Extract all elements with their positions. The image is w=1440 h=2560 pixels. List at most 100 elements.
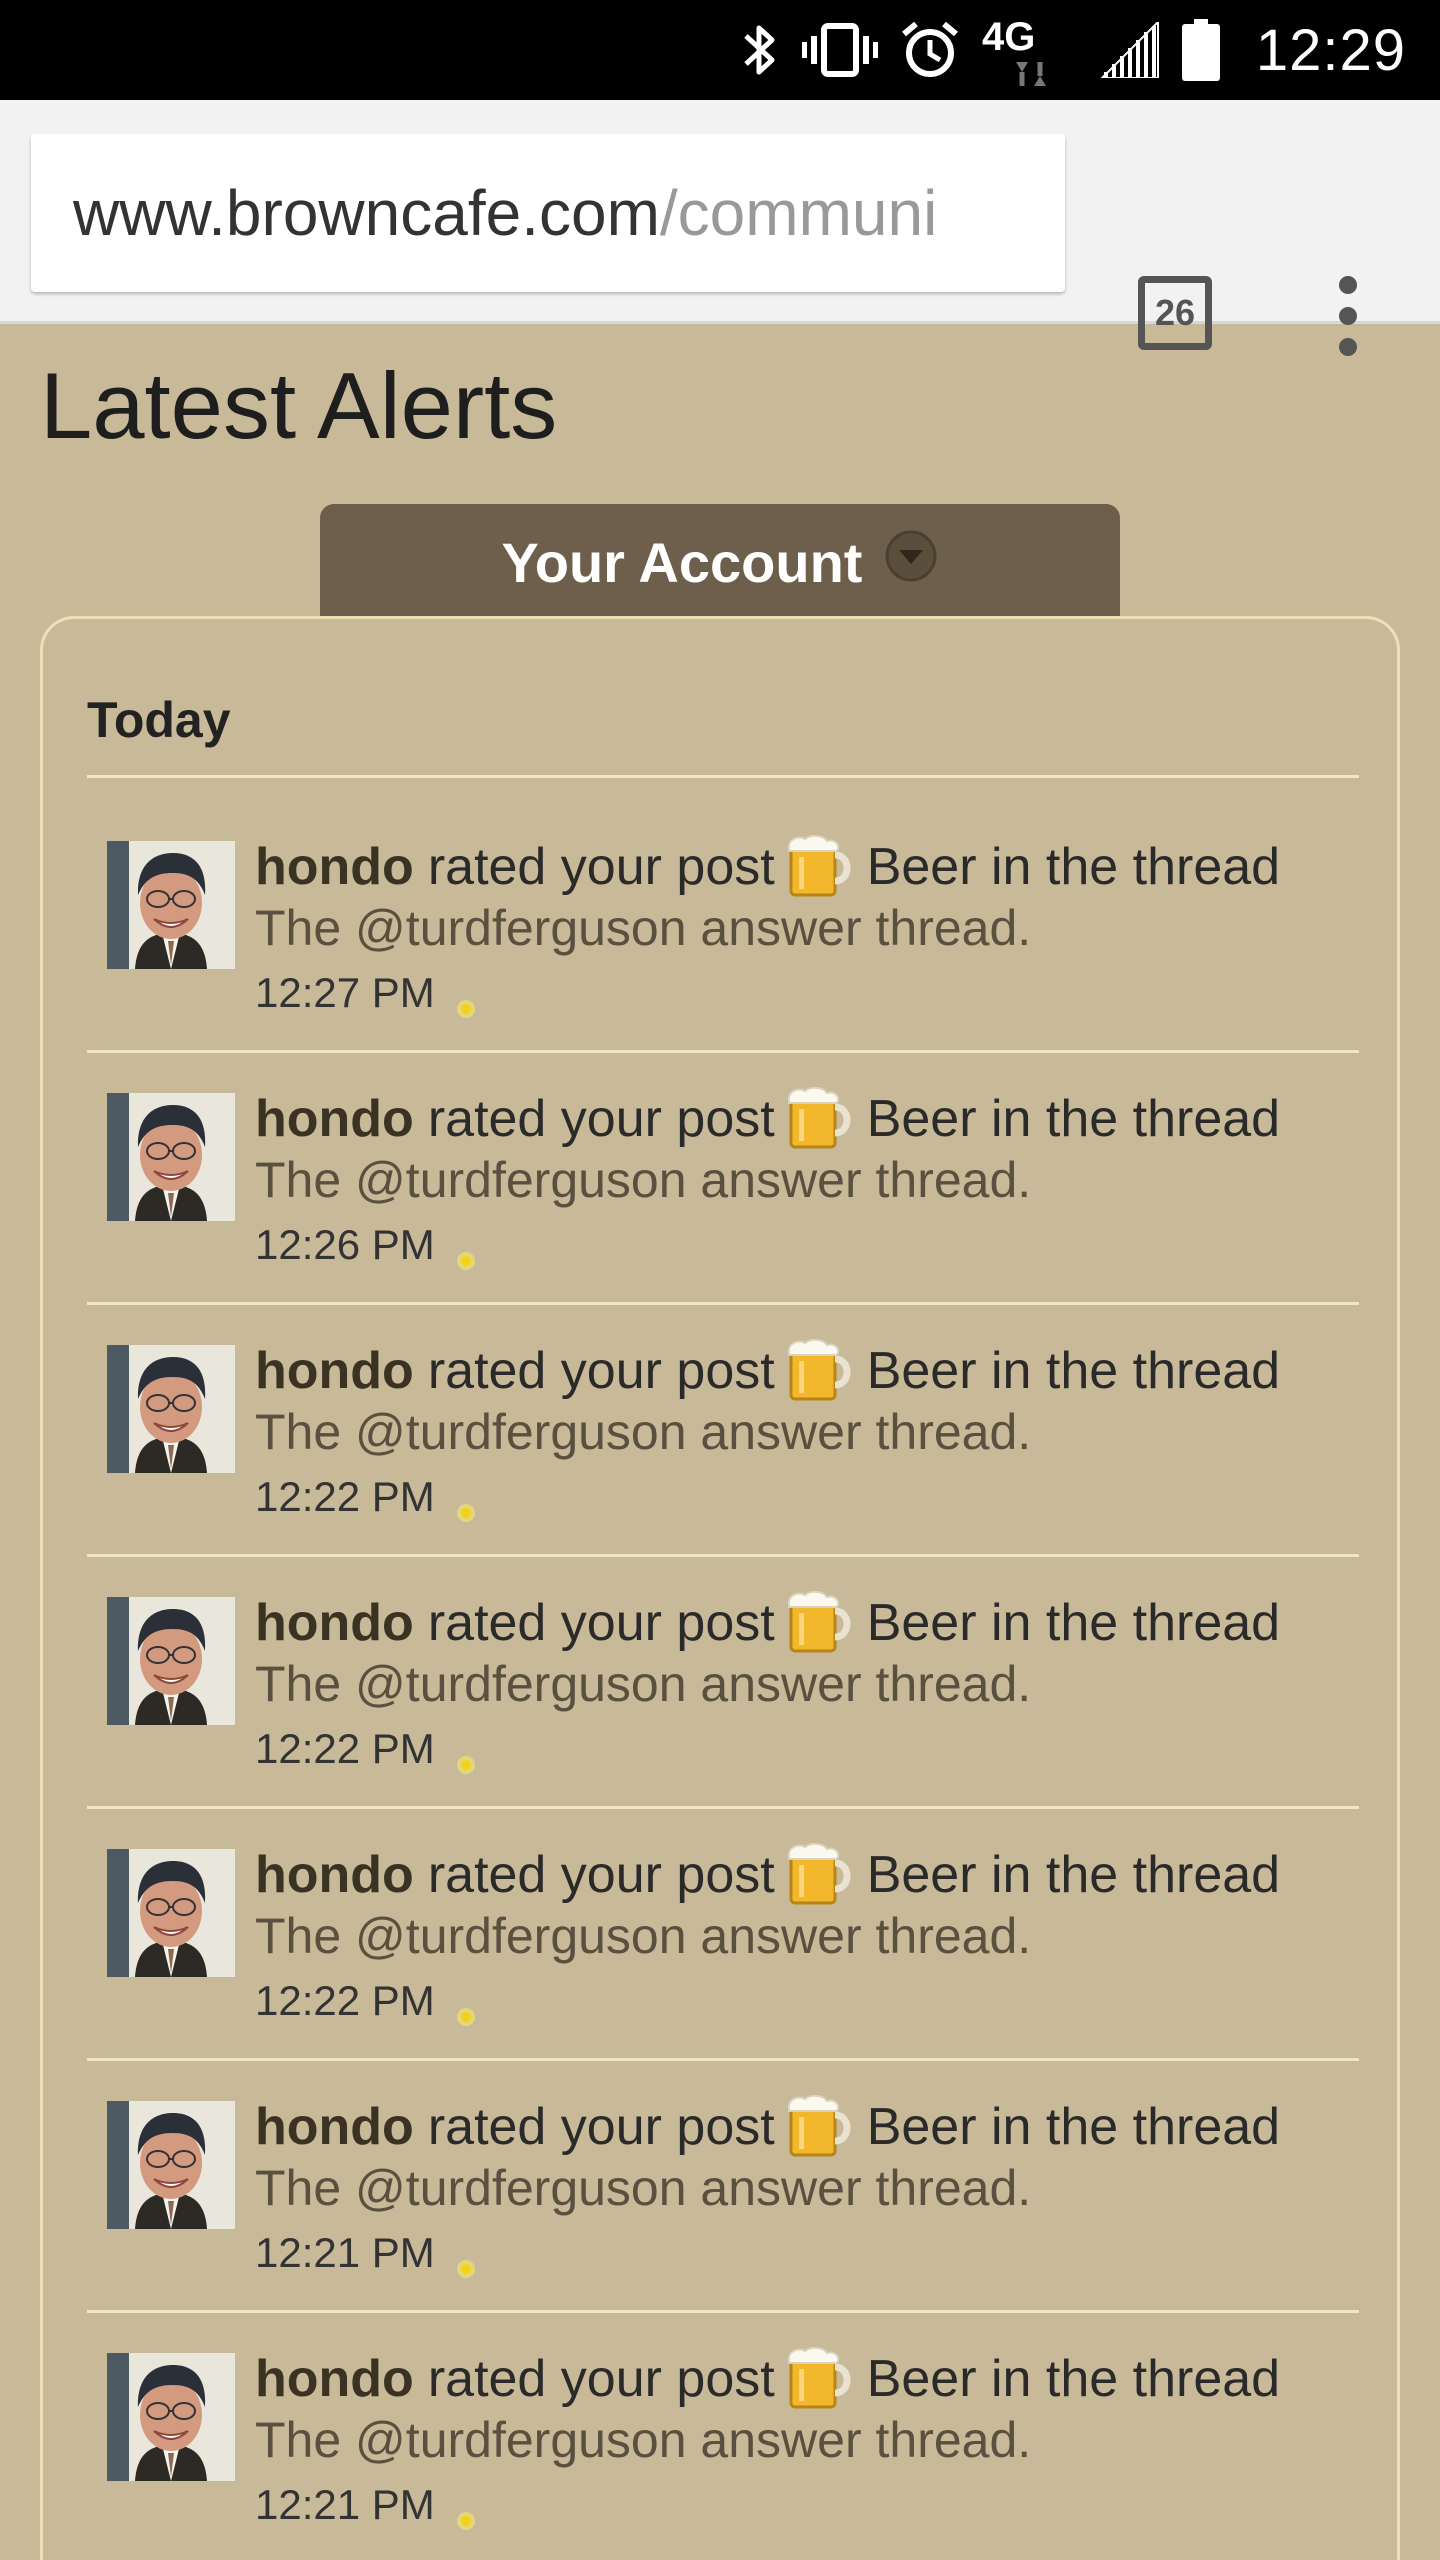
chevron-down-icon	[884, 529, 938, 596]
alert-username[interactable]: hondo	[255, 1593, 414, 1653]
alert-username[interactable]: hondo	[255, 1089, 414, 1149]
beer-mug-icon	[785, 2094, 857, 2159]
new-indicator-icon	[455, 2494, 477, 2530]
your-account-tab[interactable]: Your Account	[320, 504, 1120, 620]
new-indicator-icon	[455, 1234, 477, 1270]
alert-time: 12:22 PM	[255, 1725, 435, 1772]
beer-mug-icon	[785, 1842, 857, 1907]
alert-time-row: 12:22 PM	[255, 1977, 477, 2026]
alert-time: 12:22 PM	[255, 1473, 435, 1520]
alert-username[interactable]: hondo	[255, 2349, 414, 2409]
alert-thread-link[interactable]: The @turdferguson answer thread.	[255, 2159, 1031, 2217]
alert-item[interactable]: hondo rated your post Beer in the thread…	[87, 801, 1359, 1053]
beer-mug-icon	[785, 1086, 857, 1151]
account-tab-label: Your Account	[501, 530, 863, 594]
alert-time: 12:21 PM	[255, 2229, 435, 2276]
alert-rating[interactable]: Beer	[867, 1593, 977, 1653]
alert-action: rated your post	[427, 1846, 775, 1904]
kebab-menu-icon[interactable]	[1320, 276, 1376, 356]
alert-item[interactable]: hondo rated your post Beer in the thread…	[87, 1809, 1359, 2061]
new-indicator-icon	[455, 982, 477, 1018]
page-title: Latest Alerts	[40, 353, 558, 458]
alert-time-row: 12:27 PM	[255, 969, 477, 1018]
alert-action: rated your post	[427, 2098, 775, 2156]
alert-thread-link[interactable]: The @turdferguson answer thread.	[255, 1907, 1031, 1965]
alert-time: 12:22 PM	[255, 1977, 435, 2024]
beer-mug-icon	[785, 834, 857, 899]
tab-switcher-button[interactable]: 26	[1138, 276, 1212, 350]
section-heading: Today	[87, 691, 1359, 778]
alert-item[interactable]: hondo rated your post Beer in the thread…	[87, 2061, 1359, 2313]
alert-rating[interactable]: Beer	[867, 1845, 977, 1905]
avatar[interactable]	[107, 2101, 235, 2229]
alert-item[interactable]: hondo rated your post Beer in the thread…	[87, 1053, 1359, 1305]
alert-time-row: 12:22 PM	[255, 1725, 477, 1774]
alert-thread-link[interactable]: The @turdferguson answer thread.	[255, 1403, 1031, 1461]
alert-time: 12:21 PM	[255, 2481, 435, 2528]
alarm-icon	[900, 20, 960, 80]
alert-rating[interactable]: Beer	[867, 2349, 977, 2409]
alert-time: 12:27 PM	[255, 969, 435, 1016]
alert-action: rated your post	[427, 2350, 775, 2408]
alert-time: 12:26 PM	[255, 1221, 435, 1268]
alert-action: rated your post	[427, 838, 775, 896]
url-bar[interactable]: www.browncafe.com/communi	[31, 134, 1065, 292]
beer-mug-icon	[785, 1338, 857, 1403]
alert-username[interactable]: hondo	[255, 2097, 414, 2157]
alert-thread-link[interactable]: The @turdferguson answer thread.	[255, 899, 1031, 957]
avatar[interactable]	[107, 841, 235, 969]
beer-mug-icon	[785, 2346, 857, 2411]
alert-username[interactable]: hondo	[255, 1341, 414, 1401]
alert-rating[interactable]: Beer	[867, 1089, 977, 1149]
alerts-panel: Today hondo rated your post Beer in the …	[40, 616, 1400, 2560]
alert-summary: hondo rated your post Beer in the thread	[255, 1590, 1280, 1655]
alert-item[interactable]: hondo rated your post Beer in the thread…	[87, 1557, 1359, 1809]
alert-username[interactable]: hondo	[255, 1845, 414, 1905]
avatar[interactable]	[107, 1849, 235, 1977]
avatar[interactable]	[107, 1597, 235, 1725]
alert-summary: hondo rated your post Beer in the thread	[255, 1338, 1281, 1403]
lte-icon: 4G	[982, 12, 1078, 88]
signal-icon	[1100, 22, 1160, 78]
alert-rating[interactable]: Beer	[867, 1341, 977, 1401]
svg-text:4G: 4G	[982, 15, 1035, 59]
alert-thread-link[interactable]: The @turdferguson answer thread.	[255, 1655, 1031, 1713]
alert-context: in the thread	[991, 2350, 1281, 2408]
beer-mug-icon	[785, 1590, 857, 1655]
alert-context: in the thread	[991, 838, 1281, 896]
avatar[interactable]	[107, 1093, 235, 1221]
alert-rating[interactable]: Beer	[867, 2097, 977, 2157]
alert-time-row: 12:21 PM	[255, 2229, 477, 2278]
bluetooth-icon	[740, 22, 780, 78]
status-bar: 4G 12:29	[0, 0, 1440, 100]
new-indicator-icon	[455, 1738, 477, 1774]
new-indicator-icon	[455, 1486, 477, 1522]
alert-item[interactable]: hondo rated your post Beer in the thread…	[87, 1305, 1359, 1557]
alert-time-row: 12:21 PM	[255, 2481, 477, 2530]
alert-action: rated your post	[427, 1090, 775, 1148]
vibrate-icon	[801, 22, 878, 78]
alert-summary: hondo rated your post Beer in the thread	[255, 2346, 1281, 2411]
alert-context: in the thread	[991, 2098, 1281, 2156]
new-indicator-icon	[455, 2242, 477, 2278]
alert-thread-link[interactable]: The @turdferguson answer thread.	[255, 1151, 1031, 1209]
alert-rating[interactable]: Beer	[867, 837, 977, 897]
alert-action: rated your post	[427, 1594, 775, 1652]
battery-icon	[1181, 19, 1220, 81]
avatar[interactable]	[107, 1345, 235, 1473]
alert-username[interactable]: hondo	[255, 837, 414, 897]
alert-summary: hondo rated your post Beer in the thread	[255, 2094, 1281, 2159]
alert-context: in the thread	[991, 1090, 1281, 1148]
alert-summary: hondo rated your post Beer in the thread	[255, 1842, 1280, 1907]
alert-summary: hondo rated your post Beer in the thread	[255, 1086, 1281, 1151]
alert-time-row: 12:26 PM	[255, 1221, 477, 1270]
clock: 12:29	[1255, 17, 1406, 83]
new-indicator-icon	[455, 1990, 477, 2026]
alert-action: rated your post	[427, 1342, 775, 1400]
url-domain: www.browncafe.com	[73, 177, 660, 249]
alert-item[interactable]: hondo rated your post Beer in the thread…	[87, 2313, 1359, 2560]
alert-thread-link[interactable]: The @turdferguson answer thread.	[255, 2411, 1031, 2469]
alert-context: in the thread	[991, 1342, 1281, 1400]
alert-summary: hondo rated your post Beer in the thread	[255, 834, 1281, 899]
avatar[interactable]	[107, 2353, 235, 2481]
